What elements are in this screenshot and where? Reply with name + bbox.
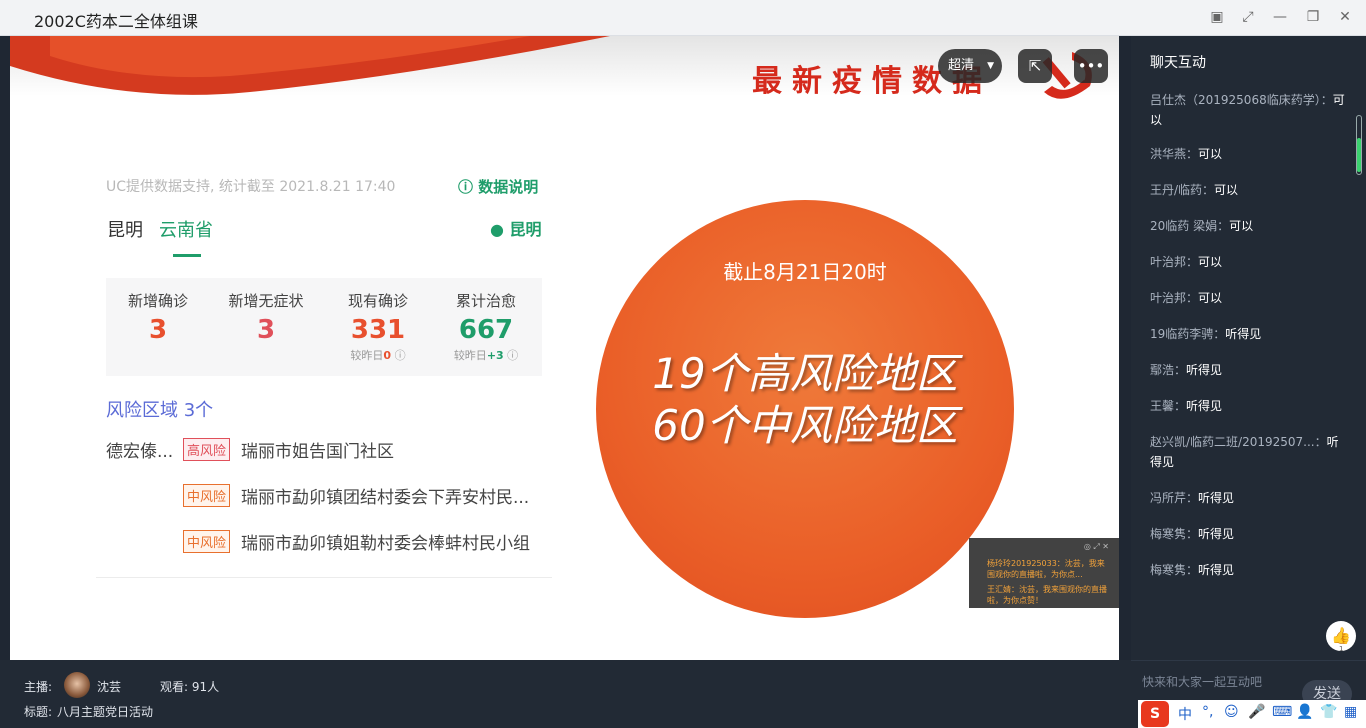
chat-message: 吕仕杰（201925068临床药学）：可以 [1150,93,1345,127]
mini-chat-message: 杨玲玲201925033：沈芸，我来围观你的直播啦，为你点... [987,559,1105,579]
data-explain-label: 数据说明 [478,178,539,196]
share-icon[interactable]: ⇱ [1018,49,1052,83]
stat-label: 累计治愈 [455,292,516,310]
stats-panel: 新增确诊 3 新增无症状 3 现有确诊 331 较昨日0 ⓘ 累计治愈 667 … [106,278,542,376]
chat-message: 洪华燕：可以 [1150,147,1223,161]
chat-message: 冯所芹：听得见 [1150,491,1235,505]
restore-icon[interactable]: ❐ [1302,6,1324,28]
stat-value: 3 [256,315,276,345]
high-risk-count: 19个高风险地区 [652,349,958,398]
stat-new-confirmed: 新增确诊 3 [108,290,208,345]
minimize-icon[interactable]: — [1269,6,1291,28]
host-avatar[interactable] [64,672,90,698]
risk-level-tag: 中风险 [183,484,231,507]
tab-yunnan: 云南省 [159,220,213,241]
location-text: 昆明 [509,220,542,239]
risk-item: 瑞丽市勐卯镇姐勒村委会棒蚌村民小组 [241,534,530,554]
like-count: 1 [1339,645,1344,653]
stat-value: 667 [458,315,514,345]
chat-message: 19临药李骋：听得见 [1150,327,1262,341]
host-name: 沈芸 [97,680,122,694]
more-icon[interactable]: ••• [1074,49,1108,83]
ime-skin-icon[interactable]: 👕 [1320,704,1337,720]
divider [96,577,552,578]
scrollbar-thumb[interactable] [1357,138,1361,172]
stat-value: 3 [148,315,168,345]
window-title: 2002C药本二全体组课 [34,12,198,31]
chat-input-placeholder[interactable]: 快来和大家一起互动吧 [1142,673,1262,690]
quality-selector[interactable]: 超清 ▼ [938,49,1002,83]
mini-chat-message: 王汇婧：沈芸，我来围观你的直播啦，为你点赞！ [987,585,1107,605]
chat-message: 王丹/临药：可以 [1150,183,1239,197]
data-explain-link: ⓘ 数据说明 [458,178,539,196]
chat-panel: 聊天互动 吕仕杰（201925068临床药学）：可以 洪华燕：可以 王丹/临药：… [1131,36,1366,660]
risk-area-header: 风险区域 3个 [106,400,214,421]
ime-emoji-icon[interactable]: ☺ [1224,704,1239,720]
chat-header: 聊天互动 [1150,55,1206,71]
chat-message: 赵兴凯/临药二班/20192507...：听得见 [1150,435,1339,469]
stat-value: 331 [350,315,406,345]
topic-text: 八月主题党日活动 [57,705,154,719]
chat-message: 鄢浩：听得见 [1150,363,1223,377]
risk-region-name: 德宏傣... [106,442,174,462]
sogou-logo-icon[interactable]: S [1141,701,1169,727]
title-bar: 2002C药本二全体组课 ▣ ⤢ — ❐ ✕ [0,0,1366,36]
data-source-note: UC提供数据支持, 统计截至 2021.8.21 17:40 [106,179,396,195]
stat-label: 现有确诊 [347,292,408,310]
circle-risk-summary: 19个高风险地区 60个中风险地区 [596,348,1014,452]
chat-message: 王馨：听得见 [1150,399,1223,413]
ime-toolbar: S 中 °, ☺ 🎤 ⌨ 👤 👕 ▦ [1138,700,1366,728]
ime-keyboard-icon[interactable]: ⌨ [1272,704,1292,720]
red-banner-shape [10,36,610,95]
close-icon[interactable]: ✕ [1334,6,1356,28]
stat-new-asymptomatic: 新增无症状 3 [216,290,316,345]
topic-label: 标题: [24,705,53,719]
video-stage[interactable]: 最新疫情数据 超清 ▼ ⇱ ••• UC提供数据支持, 统计截至 2021.8.… [10,36,1119,660]
ime-toolbox-icon[interactable]: ▦ [1344,704,1357,720]
caret-down-icon: ▼ [987,61,994,71]
ime-voice-icon[interactable]: 🎤 [1248,704,1265,720]
viewer-count: 观看: 91人 [160,680,220,694]
mini-chat-popup[interactable]: ◎ ⤢ ✕ 杨玲玲201925033：沈芸，我来围观你的直播啦，为你点... 王… [969,538,1119,608]
mini-popup-controls-icon[interactable]: ◎ ⤢ ✕ [1084,542,1109,552]
quality-label: 超清 [948,58,975,73]
host-label: 主播: [24,680,53,694]
risk-level-tag: 高风险 [183,438,231,461]
chat-scrollbar[interactable] [1356,115,1362,175]
circle-date: 截止8月21日20时 [723,260,887,284]
ime-user-icon[interactable]: 👤 [1296,704,1313,720]
chat-message: 梅寒隽：听得见 [1150,527,1235,541]
chat-message: 梅寒隽：听得见 [1150,563,1235,577]
ime-punctuation-icon[interactable]: °, [1202,704,1213,720]
stat-total-cured: 累计治愈 667 较昨日+3 ⓘ [436,290,536,363]
active-tab-underline [173,254,201,257]
risk-level-tag: 中风险 [183,530,231,553]
tab-kunming: 昆明 [107,220,143,241]
stat-current-confirmed: 现有确诊 331 较昨日0 ⓘ [328,290,428,363]
risk-item: 瑞丽市姐告国门社区 [241,442,394,462]
chat-message: 20临药 梁娟：可以 [1150,219,1254,233]
chat-message: 叶治邦：可以 [1150,255,1223,269]
stat-delta: 较昨日0 ⓘ [350,349,406,362]
stat-label: 新增无症状 [228,292,304,310]
mid-risk-count: 60个中风险地区 [652,401,958,450]
chat-message: 叶治邦：可以 [1150,291,1223,305]
location-label: ● 昆明 [490,216,542,240]
bottom-info-bar: 主播: 沈芸 观看: 91人 标题: 八月主题党日活动 [0,660,1131,728]
pin-icon[interactable]: ▣ [1206,6,1228,28]
stat-delta: 较昨日+3 ⓘ [453,349,519,362]
risk-item: 瑞丽市勐卯镇团结村委会下弄安村民... [241,488,530,508]
stat-label: 新增确诊 [127,292,188,310]
fullscreen-icon[interactable]: ⤢ [1237,6,1259,28]
location-pin-icon: ● [490,220,504,239]
ime-chinese-icon[interactable]: 中 [1178,704,1192,724]
